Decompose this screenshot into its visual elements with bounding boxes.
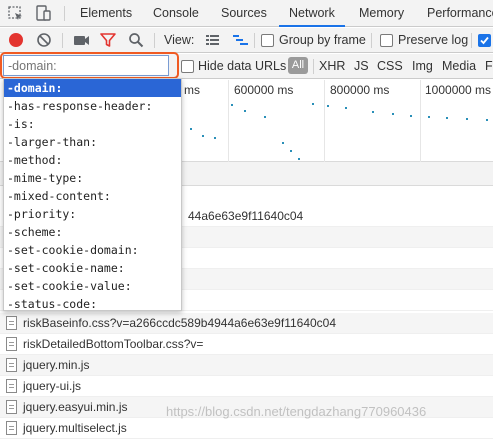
filter-autocomplete-dropdown: -domain: -has-response-header: -is: -lar… xyxy=(3,78,182,311)
tab-console[interactable]: Console xyxy=(153,0,199,27)
timeline-activity-dot xyxy=(327,105,329,107)
toolbar-separator xyxy=(471,33,472,48)
suggestion-item[interactable]: -set-cookie-name: xyxy=(4,259,181,277)
suggestion-item[interactable]: -mime-type: xyxy=(4,169,181,187)
timeline-activity-dot xyxy=(202,135,204,137)
file-icon xyxy=(6,337,17,351)
toolbar-separator xyxy=(254,33,255,48)
timeline-activity-dot xyxy=(466,118,468,120)
table-row[interactable]: jquery.min.js xyxy=(0,355,493,376)
suggestion-item[interactable]: -method: xyxy=(4,151,181,169)
toolbar-separator xyxy=(62,33,63,48)
timeline-tick-label: ms xyxy=(184,83,200,97)
table-row[interactable]: jquery.multiselect.js xyxy=(0,418,493,439)
tab-network[interactable]: Network xyxy=(279,0,345,27)
file-icon xyxy=(6,379,17,393)
group-by-frame-label[interactable]: Group by frame xyxy=(279,33,366,47)
clear-icon[interactable] xyxy=(36,32,52,48)
toolbar-separator xyxy=(154,33,155,48)
suggestion-item[interactable]: -priority: xyxy=(4,205,181,223)
watermark-text: https://blog.csdn.net/tengdazhang7709604… xyxy=(166,404,427,419)
inspect-element-icon[interactable] xyxy=(8,6,24,22)
timeline-activity-dot xyxy=(264,116,266,118)
network-toolbar: View: Group by frame Preserve log xyxy=(0,28,493,53)
file-icon xyxy=(6,316,17,330)
view-label: View: xyxy=(164,33,195,47)
filter-type-css[interactable]: CSS xyxy=(377,59,403,73)
timeline-activity-dot xyxy=(298,158,300,160)
suggestion-item[interactable]: -larger-than: xyxy=(4,133,181,151)
filter-icon[interactable] xyxy=(100,32,116,48)
request-name: jquery-ui.js xyxy=(23,379,82,393)
tab-sources[interactable]: Sources xyxy=(221,0,267,27)
timeline-gridline xyxy=(420,80,421,162)
table-row[interactable]: riskBaseinfo.css?v=a266ccdc589b4944a6e63… xyxy=(0,313,493,334)
disable-cache-checkbox[interactable] xyxy=(478,34,491,47)
timeline-activity-dot xyxy=(410,115,412,117)
timeline-activity-dot xyxy=(214,137,216,139)
filter-type-all[interactable]: All xyxy=(288,57,308,74)
timeline-tick-label: 600000 ms xyxy=(234,83,294,97)
filter-separator xyxy=(313,59,314,74)
request-name: jquery.easyui.min.js xyxy=(23,400,128,414)
timeline-activity-dot xyxy=(312,103,314,105)
filter-type-font[interactable]: Fo xyxy=(485,59,493,73)
suggestion-item[interactable]: -set-cookie-value: xyxy=(4,277,181,295)
record-button[interactable] xyxy=(9,33,23,47)
waterfall-icon[interactable] xyxy=(232,33,249,47)
suggestion-item[interactable]: -mixed-content: xyxy=(4,187,181,205)
filter-type-xhr[interactable]: XHR xyxy=(319,59,345,73)
suggestion-item[interactable]: -scheme: xyxy=(4,223,181,241)
table-row[interactable]: jquery-ui.js xyxy=(0,376,493,397)
group-by-frame-checkbox[interactable] xyxy=(261,34,274,47)
timeline-activity-dot xyxy=(282,142,284,144)
timeline-tick-label: 800000 ms xyxy=(330,83,390,97)
device-toolbar-icon[interactable] xyxy=(35,5,51,22)
suggestion-item[interactable]: -has-response-header: xyxy=(4,97,181,115)
search-icon[interactable] xyxy=(128,32,144,48)
request-name: jquery.min.js xyxy=(23,358,90,372)
filter-type-js[interactable]: JS xyxy=(354,59,369,73)
timeline-gridline xyxy=(228,80,229,162)
tab-performance[interactable]: Performance xyxy=(427,0,493,27)
timeline-activity-dot xyxy=(244,110,246,112)
request-name: riskDetailedBottomToolbar.css?v= xyxy=(23,337,204,351)
filter-input-highlight xyxy=(0,52,179,79)
request-name: jquery.multiselect.js xyxy=(23,421,127,435)
filter-type-img[interactable]: Img xyxy=(412,59,433,73)
camera-icon[interactable] xyxy=(73,33,90,47)
timeline-activity-dot xyxy=(372,111,374,113)
tab-memory[interactable]: Memory xyxy=(359,0,404,27)
timeline-activity-dot xyxy=(392,113,394,115)
preserve-log-label[interactable]: Preserve log xyxy=(398,33,468,47)
suggestion-item[interactable]: -is: xyxy=(4,115,181,133)
suggestion-item[interactable]: -domain: xyxy=(4,79,181,97)
filter-type-media[interactable]: Media xyxy=(442,59,476,73)
timeline-tick-label: 1000000 ms xyxy=(425,83,492,97)
timeline-gridline xyxy=(324,80,325,162)
timeline-activity-dot xyxy=(231,104,233,106)
tab-elements[interactable]: Elements xyxy=(80,0,132,27)
hide-data-urls-checkbox[interactable] xyxy=(181,60,194,73)
file-icon xyxy=(6,421,17,435)
timeline-activity-dot xyxy=(345,107,347,109)
devtools-tab-bar: Elements Console Sources Network Memory … xyxy=(0,0,493,27)
timeline-activity-dot xyxy=(486,119,488,121)
file-icon xyxy=(6,400,17,414)
tab-separator xyxy=(64,6,65,21)
file-icon xyxy=(6,358,17,372)
table-row[interactable]: riskDetailedBottomToolbar.css?v= xyxy=(0,334,493,355)
large-rows-icon[interactable] xyxy=(205,33,220,47)
preserve-log-checkbox[interactable] xyxy=(380,34,393,47)
timeline-activity-dot xyxy=(290,150,292,152)
request-name: 44a6e63e9f11640c04 xyxy=(188,209,304,223)
suggestion-item[interactable]: -set-cookie-domain: xyxy=(4,241,181,259)
timeline-activity-dot xyxy=(190,128,192,130)
hide-data-urls-label[interactable]: Hide data URLs xyxy=(198,59,286,73)
request-name: riskBaseinfo.css?v=a266ccdc589b4944a6e63… xyxy=(23,316,337,330)
toolbar-separator xyxy=(371,33,372,48)
suggestion-item[interactable]: -status-code: xyxy=(4,295,181,313)
timeline-activity-dot xyxy=(446,117,448,119)
timeline-activity-dot xyxy=(428,116,430,118)
